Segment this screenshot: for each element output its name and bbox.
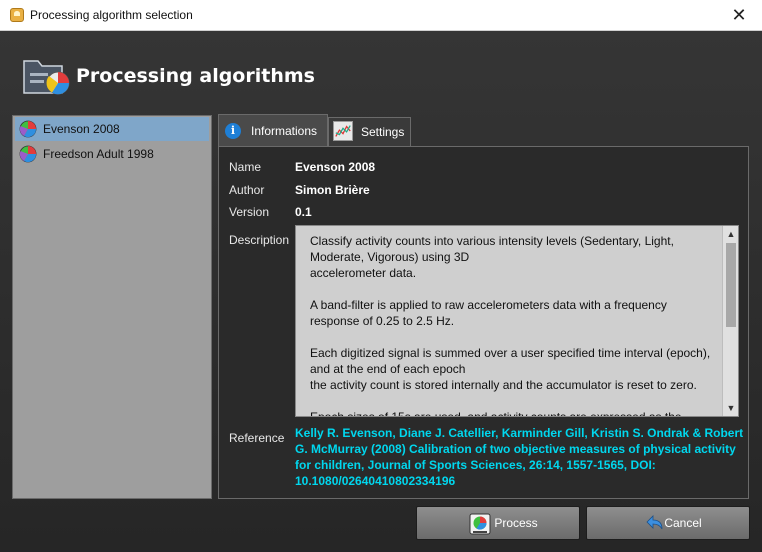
- algorithm-list[interactable]: Evenson 2008 Freedson Adult 1998: [12, 115, 212, 499]
- description-label: Description: [229, 233, 290, 247]
- process-icon: [469, 513, 491, 535]
- cancel-button[interactable]: Cancel: [586, 506, 750, 540]
- name-value: Evenson 2008: [295, 160, 376, 174]
- name-label: Name: [229, 160, 262, 174]
- pie-chart-icon: [19, 145, 37, 163]
- tab-settings[interactable]: Settings: [328, 117, 411, 146]
- description-textbox[interactable]: Classify activity counts into various in…: [295, 225, 739, 417]
- window-title: Processing algorithm selection: [30, 8, 193, 22]
- pie-chart-icon: [19, 120, 37, 138]
- description-scrollbar[interactable]: ▲ ▼: [722, 226, 738, 416]
- information-panel: Name Evenson 2008 Author Simon Brière Ve…: [218, 146, 749, 499]
- chart-icon: [333, 121, 353, 141]
- undo-arrow-icon: [646, 515, 663, 530]
- reference-link[interactable]: Kelly R. Evenson, Diane J. Catellier, Ka…: [295, 425, 745, 489]
- folder-pie-icon: [23, 60, 70, 95]
- tab-informations[interactable]: i Informations: [218, 114, 328, 146]
- cancel-label: Cancel: [664, 516, 702, 530]
- algorithm-label: Freedson Adult 1998: [43, 147, 154, 161]
- algorithm-item-freedson-adult-1998[interactable]: Freedson Adult 1998: [15, 142, 209, 166]
- tab-label: Settings: [361, 125, 405, 139]
- reference-label: Reference: [229, 431, 285, 445]
- author-value: Simon Brière: [295, 183, 370, 197]
- author-label: Author: [229, 183, 265, 197]
- process-label: Process: [494, 516, 538, 530]
- app-icon: [10, 8, 24, 22]
- algorithm-label: Evenson 2008: [43, 122, 120, 136]
- info-icon: i: [225, 123, 241, 139]
- version-label: Version: [229, 205, 270, 219]
- process-button[interactable]: Process: [416, 506, 580, 540]
- page-title: Processing algorithms: [76, 65, 315, 87]
- title-bar: Processing algorithm selection ✕: [0, 0, 762, 31]
- description-text: Classify activity counts into various in…: [310, 234, 711, 417]
- algorithm-item-evenson-2008[interactable]: Evenson 2008: [15, 117, 209, 141]
- tab-label: Informations: [251, 124, 318, 138]
- scrollbar-thumb[interactable]: [726, 243, 736, 327]
- version-value: 0.1: [295, 205, 312, 219]
- scroll-up-button[interactable]: ▲: [723, 226, 738, 242]
- scroll-down-button[interactable]: ▼: [723, 400, 738, 416]
- dialog-client: Processing algorithms Evenson 2008 Freed…: [0, 31, 762, 552]
- close-button[interactable]: ✕: [716, 0, 762, 31]
